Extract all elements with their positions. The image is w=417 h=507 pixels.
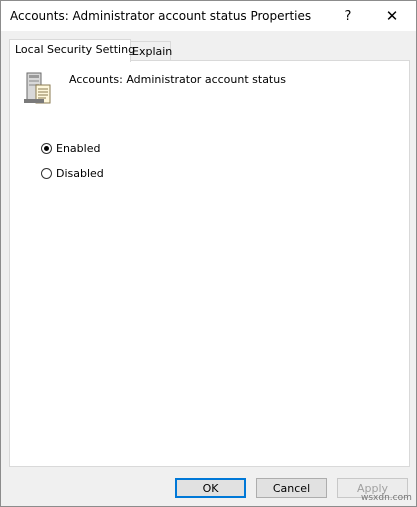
enabled-label[interactable]: Enabled xyxy=(56,142,100,155)
tab-panel: Accounts: Administrator account status E… xyxy=(9,60,410,467)
properties-dialog: Accounts: Administrator account status P… xyxy=(0,0,417,507)
disabled-label[interactable]: Disabled xyxy=(56,167,104,180)
cancel-button[interactable]: Cancel xyxy=(256,478,327,498)
close-button[interactable]: ✕ xyxy=(369,1,415,31)
window-title: Accounts: Administrator account status P… xyxy=(10,9,312,23)
tab-local-security-setting[interactable]: Local Security Setting xyxy=(9,39,135,62)
disabled-radio[interactable] xyxy=(41,168,52,179)
help-button[interactable]: ? xyxy=(325,1,371,31)
title-bar[interactable]: Accounts: Administrator account status P… xyxy=(1,1,416,31)
server-policy-icon xyxy=(24,72,51,104)
enabled-option[interactable]: Enabled xyxy=(41,142,100,155)
disabled-option[interactable]: Disabled xyxy=(41,167,104,180)
enabled-radio[interactable] xyxy=(41,143,52,154)
policy-name: Accounts: Administrator account status xyxy=(69,73,286,86)
watermark: wsxdn.com xyxy=(361,493,412,503)
ok-button[interactable]: OK xyxy=(175,478,246,498)
